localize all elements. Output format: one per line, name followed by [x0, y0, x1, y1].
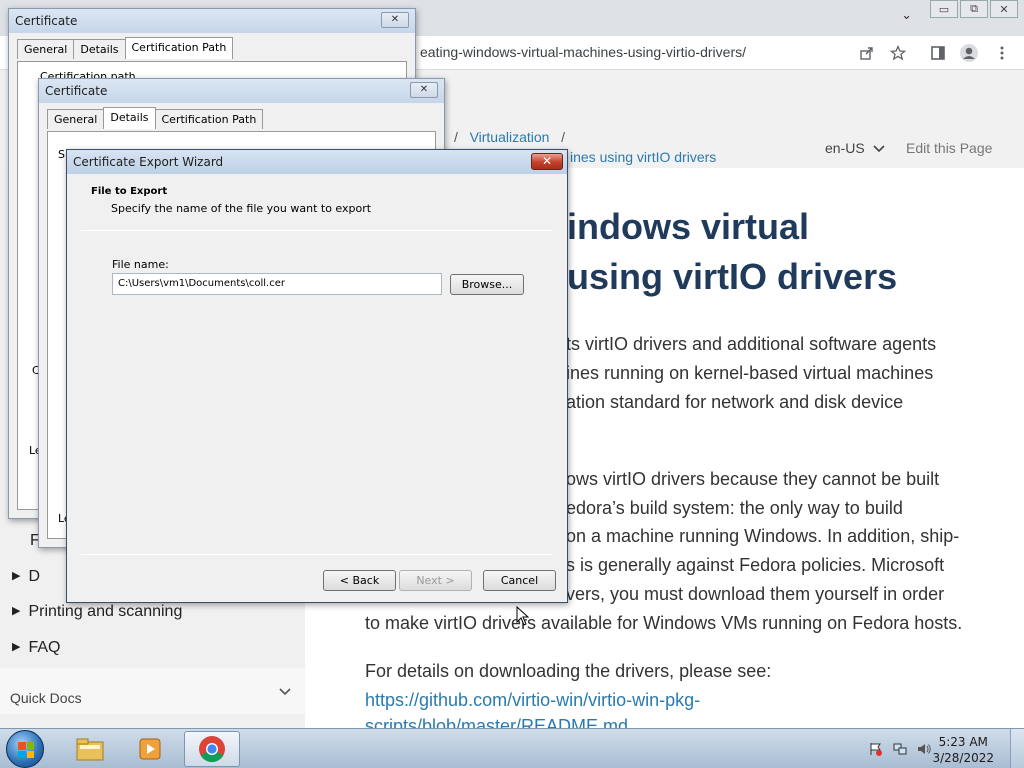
media-player-taskbar-button[interactable]	[122, 731, 178, 767]
profile-avatar-icon[interactable]	[958, 42, 980, 64]
show-desktop-button[interactable]	[1010, 729, 1024, 768]
file-name-input[interactable]: C:\Users\vm1\Documents\coll.cer	[112, 273, 442, 295]
close-button[interactable]: ✕	[531, 153, 563, 170]
mouse-cursor-icon	[516, 606, 530, 626]
folder-icon	[76, 738, 104, 761]
bookmark-star-icon[interactable]	[887, 42, 909, 64]
breadcrumb-link-virtualization[interactable]: Virtualization	[470, 129, 550, 145]
chevron-down-icon	[279, 688, 291, 696]
taskbar-clock[interactable]: 5:23 AM 3/28/2022	[932, 734, 994, 766]
tab-certification-path[interactable]: Certification Path	[124, 37, 234, 59]
drivers-link[interactable]: https://github.com/virtio-win/virtio-win…	[365, 690, 700, 711]
chrome-taskbar-button[interactable]	[184, 731, 240, 767]
fragment-text: S	[58, 148, 65, 161]
details-text: For details on downloading the drivers, …	[365, 661, 772, 681]
system-tray: 5:23 AM 3/28/2022	[864, 729, 1024, 768]
minimize-button[interactable]: ▭	[930, 0, 958, 18]
window-controls: ▭ ⧉ ✕	[928, 0, 1018, 18]
tab-general[interactable]: General	[17, 39, 75, 59]
next-button[interactable]: Next >	[399, 570, 472, 591]
expand-arrow-icon: ▶	[12, 605, 21, 617]
paragraph-line: vers, you must download them yourself in…	[566, 584, 945, 604]
sidebar-item-label: D	[28, 568, 41, 585]
paragraph-line: on a machine running Windows. In additio…	[566, 526, 960, 546]
expand-arrow-icon: ▶	[12, 570, 21, 582]
explorer-taskbar-button[interactable]	[62, 731, 118, 767]
breadcrumb: / Virtualization /	[454, 129, 565, 145]
paragraph-line: ts virtIO drivers and additional softwar…	[566, 334, 937, 354]
paragraph-line: ation standard for network and disk devi…	[566, 392, 904, 412]
divider	[81, 230, 553, 231]
sidebar-item-d[interactable]: ▶ D	[12, 568, 40, 586]
tab-strip: General Details Certification Path	[17, 37, 234, 59]
sidebar-item-faq[interactable]: ▶ FAQ	[12, 639, 60, 657]
windows-logo-icon	[18, 742, 34, 758]
address-bar[interactable]: eating-windows-virtual-machines-using-vi…	[420, 44, 746, 60]
taskbar: 5:23 AM 3/28/2022	[0, 728, 1024, 768]
breadcrumb-current[interactable]: ines using virtIO drivers	[570, 149, 716, 165]
wizard-heading: File to Export	[91, 186, 168, 197]
breadcrumb-separator: /	[454, 129, 458, 145]
dialog-title: Certificate	[39, 79, 444, 103]
wizard-subheading: Specify the name of the file you want to…	[111, 202, 372, 215]
media-player-icon	[139, 738, 161, 760]
paragraph-line: ines running on kernel-based virtual mac…	[566, 363, 934, 383]
paragraph-line: edora’s build system: the only way to bu…	[566, 498, 903, 518]
close-button[interactable]: ✕	[410, 82, 438, 98]
file-name-label: File name:	[112, 258, 169, 271]
browse-button[interactable]: Browse...	[450, 274, 524, 295]
clock-time: 5:23 AM	[938, 735, 988, 749]
quick-docs-label: Quick Docs	[10, 690, 82, 706]
close-window-button[interactable]: ✕	[990, 0, 1018, 18]
volume-icon[interactable]	[916, 741, 932, 761]
expand-arrow-icon: ▶	[12, 641, 21, 653]
quick-docs-selector[interactable]: Quick Docs	[0, 668, 305, 714]
browser-menu-icon[interactable]	[991, 42, 1013, 64]
edit-page-link[interactable]: Edit this Page	[906, 140, 992, 156]
back-button[interactable]: < Back	[323, 570, 396, 591]
tab-general[interactable]: General	[47, 109, 105, 129]
tab-certification-path[interactable]: Certification Path	[154, 109, 264, 129]
breadcrumb-separator: /	[561, 129, 566, 145]
paragraph-line: to make virtIO drivers available for Win…	[365, 613, 963, 633]
restore-button[interactable]: ⧉	[960, 0, 988, 18]
chevron-down-icon	[873, 145, 885, 153]
page-title-line2: using virtIO drivers	[567, 256, 898, 297]
dialog-title: Certificate	[9, 9, 415, 33]
sidebar-item-printing[interactable]: ▶ Printing and scanning	[12, 603, 182, 621]
side-panel-icon[interactable]	[927, 42, 949, 64]
page-title-line1: indows virtual	[567, 206, 810, 247]
paragraph-line: s is generally against Fedora policies. …	[566, 555, 945, 575]
divider	[81, 554, 553, 555]
tab-strip: General Details Certification Path	[47, 107, 264, 129]
sidebar-item-label: FAQ	[28, 639, 61, 656]
tab-details[interactable]: Details	[73, 39, 126, 59]
cancel-button[interactable]: Cancel	[483, 570, 556, 591]
start-button[interactable]	[6, 730, 44, 768]
clock-date: 3/28/2022	[932, 751, 994, 765]
chrome-icon	[199, 736, 225, 763]
paragraph-line: ows virtIO drivers because they cannot b…	[566, 469, 940, 489]
tab-details[interactable]: Details	[103, 107, 156, 129]
language-selector[interactable]: en-US	[825, 140, 885, 156]
wizard-title: Certificate Export Wizard	[67, 150, 567, 174]
language-label: en-US	[825, 140, 865, 156]
share-icon[interactable]	[856, 42, 878, 64]
close-button[interactable]: ✕	[381, 12, 409, 28]
action-center-flag-icon[interactable]	[868, 741, 884, 761]
sidebar-item-label: Printing and scanning	[28, 603, 183, 620]
certificate-export-wizard: Certificate Export Wizard ✕ File to Expo…	[66, 149, 568, 603]
drivers-link-continued[interactable]: scripts/blob/master/README.md	[365, 716, 628, 728]
tab-search-chevron-icon[interactable]: ⌄	[901, 8, 912, 23]
network-icon[interactable]	[892, 741, 908, 761]
